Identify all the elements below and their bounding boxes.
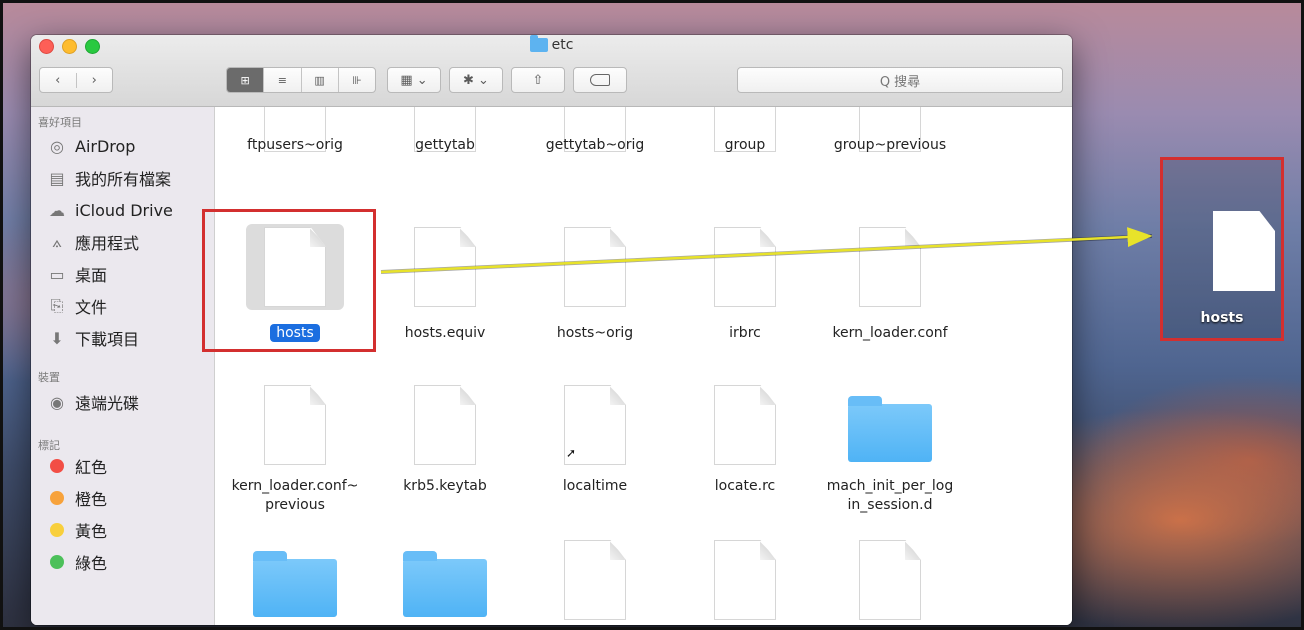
drag-arrow-icon	[380, 227, 1153, 274]
